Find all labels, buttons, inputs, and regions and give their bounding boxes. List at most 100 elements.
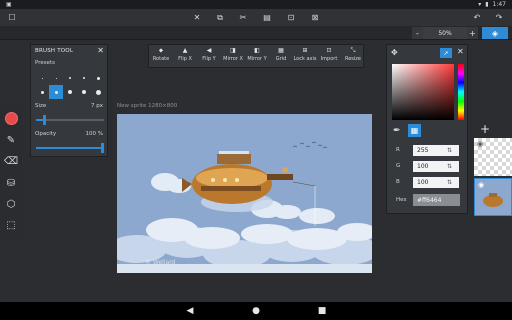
eraser-icon[interactable]: ⌫	[3, 153, 19, 169]
back-icon[interactable]: ◀	[183, 305, 197, 317]
blue-row: B 100 ⇅	[392, 177, 464, 188]
palette-grid-icon[interactable]: ▦	[408, 124, 421, 137]
eye-icon[interactable]: ◉	[477, 140, 483, 148]
preset-6[interactable]	[35, 85, 49, 99]
opacity-value: 100 %	[85, 131, 103, 137]
current-color	[4, 111, 18, 125]
opacity-slider[interactable]	[36, 143, 104, 153]
preset-10[interactable]	[91, 85, 105, 99]
select-all-icon[interactable]: ⊡	[285, 12, 297, 23]
opacity-label: Opacity	[35, 131, 57, 137]
import-button[interactable]: ⊡ Import	[317, 47, 341, 67]
shape-icon[interactable]: ⬡	[3, 196, 19, 212]
copy-icon[interactable]: ⧉	[214, 12, 226, 23]
size-slider-knob[interactable]	[43, 115, 46, 125]
red-input[interactable]: 255	[413, 145, 459, 156]
redo-icon[interactable]: ↷	[493, 12, 505, 23]
canvas-watermark: © Wellard	[145, 259, 176, 266]
flip-x-icon: ▲	[182, 47, 188, 54]
close-icon[interactable]: ✕	[97, 46, 104, 55]
mirror-y-button[interactable]: ◧ Mirror Y	[245, 47, 269, 67]
grid-icon: ▦	[278, 47, 284, 54]
eyedropper-icon[interactable]: ✒	[393, 126, 401, 136]
color-picker-panel: ✥ ➚ ✕ ✒ ▦ R 255 ⇅ G 100 ⇅ B 100 ⇅ Hex #f…	[386, 44, 468, 214]
spinner-icon[interactable]: ⇅	[447, 179, 452, 186]
rotate-button[interactable]: ⬥ Rotate	[149, 47, 173, 67]
preset-5[interactable]	[91, 71, 105, 85]
layer-preview	[483, 193, 503, 207]
zoom-out-button[interactable]: -	[412, 27, 423, 39]
blue-input[interactable]: 100	[413, 177, 459, 188]
transform-toolbar: ⬥ Rotate ▲ Flip X ◀ Flip Y ◨ Mirror X ◧ Mirro…	[148, 44, 364, 68]
layers-toggle-button[interactable]: ◈	[482, 27, 508, 39]
eye-icon[interactable]: ◉	[478, 181, 484, 189]
hue-slider[interactable]	[458, 64, 464, 120]
opacity-slider-knob[interactable]	[101, 143, 104, 153]
zoom-in-button[interactable]: +	[467, 27, 478, 39]
delete-icon[interactable]: ✕	[191, 12, 203, 23]
blue-label: B	[396, 179, 400, 185]
lock-axis-icon: ⊞	[302, 47, 308, 54]
image-icon: ▣	[6, 1, 12, 8]
home-icon[interactable]: ●	[249, 305, 263, 317]
zoom-value[interactable]: 50%	[423, 27, 467, 39]
close-icon[interactable]: ✕	[457, 47, 464, 56]
layer-thumb-2[interactable]: ◉	[474, 178, 512, 216]
fill-bucket-icon[interactable]: ⛁	[3, 175, 19, 191]
preset-2[interactable]	[49, 71, 63, 85]
opacity-slider-fill	[36, 147, 104, 149]
layer-thumb-1[interactable]: ◉	[474, 138, 512, 176]
resize-button[interactable]: ⤡ Resize	[341, 47, 365, 67]
size-value: 7 px	[91, 103, 103, 109]
flip-x-button[interactable]: ▲ Flip X	[173, 47, 197, 67]
move-handle-icon[interactable]: ✥	[391, 48, 398, 57]
brush-tool-panel: BRUSH TOOL ✕ Presets Size 7 px Opacity 1…	[30, 44, 108, 157]
sprite-size-label: New sprite 1280×800	[117, 103, 178, 109]
resize-icon: ⤡	[350, 47, 356, 54]
status-time: 1:47	[492, 1, 506, 8]
preset-3[interactable]	[63, 71, 77, 85]
grid-button[interactable]: ▦ Grid	[269, 47, 293, 67]
preset-8[interactable]	[63, 85, 77, 99]
hex-input[interactable]: #ff6464	[413, 194, 460, 206]
sprite-artwork	[117, 141, 372, 273]
preset-7[interactable]	[49, 85, 63, 99]
layers-panel: ◉ ◉	[472, 138, 512, 218]
spinner-icon[interactable]: ⇅	[447, 163, 452, 170]
status-right: ▾ ▮ 1:47	[478, 1, 506, 8]
pencil-icon[interactable]: ✎	[3, 132, 19, 148]
spinner-icon[interactable]: ⇅	[447, 147, 452, 154]
deselect-icon[interactable]: ⊠	[309, 12, 321, 23]
menu-icon[interactable]: ☐	[6, 12, 18, 23]
preset-4[interactable]	[77, 71, 91, 85]
navigation-bar: ◀ ● ■	[0, 302, 512, 320]
status-bar: ▣ ▾ ▮ 1:47	[0, 0, 512, 9]
mirror-x-button[interactable]: ◨ Mirror X	[221, 47, 245, 67]
pin-icon[interactable]: ➚	[440, 48, 452, 58]
preset-9[interactable]	[77, 85, 91, 99]
panel-title: BRUSH TOOL	[35, 48, 74, 54]
drawing-canvas[interactable]: © Wellard	[117, 114, 372, 273]
brush-presets	[35, 71, 105, 99]
color-swatch-button[interactable]	[3, 110, 19, 126]
wifi-icon: ▾	[478, 1, 482, 8]
recents-icon[interactable]: ■	[315, 305, 329, 317]
selection-icon[interactable]: ⬚	[3, 217, 19, 233]
flip-y-icon: ◀	[206, 47, 212, 54]
green-row: G 100 ⇅	[392, 161, 464, 172]
cut-icon[interactable]: ✂	[237, 12, 249, 23]
red-row: R 255 ⇅	[392, 145, 464, 156]
presets-label: Presets	[35, 60, 56, 66]
add-layer-button[interactable]: +	[480, 122, 490, 136]
flip-y-button[interactable]: ◀ Flip Y	[197, 47, 221, 67]
paste-icon[interactable]: ▤	[261, 12, 273, 23]
saturation-value-picker[interactable]	[392, 64, 454, 120]
preset-1[interactable]	[35, 71, 49, 85]
mirror-y-icon: ◧	[254, 47, 260, 54]
size-slider[interactable]	[36, 115, 104, 125]
undo-icon[interactable]: ↶	[471, 12, 483, 23]
green-input[interactable]: 100	[413, 161, 459, 172]
mirror-x-icon: ◨	[230, 47, 236, 54]
lock-axis-button[interactable]: ⊞ Lock axis	[293, 47, 317, 67]
hex-label: Hex	[396, 197, 407, 203]
